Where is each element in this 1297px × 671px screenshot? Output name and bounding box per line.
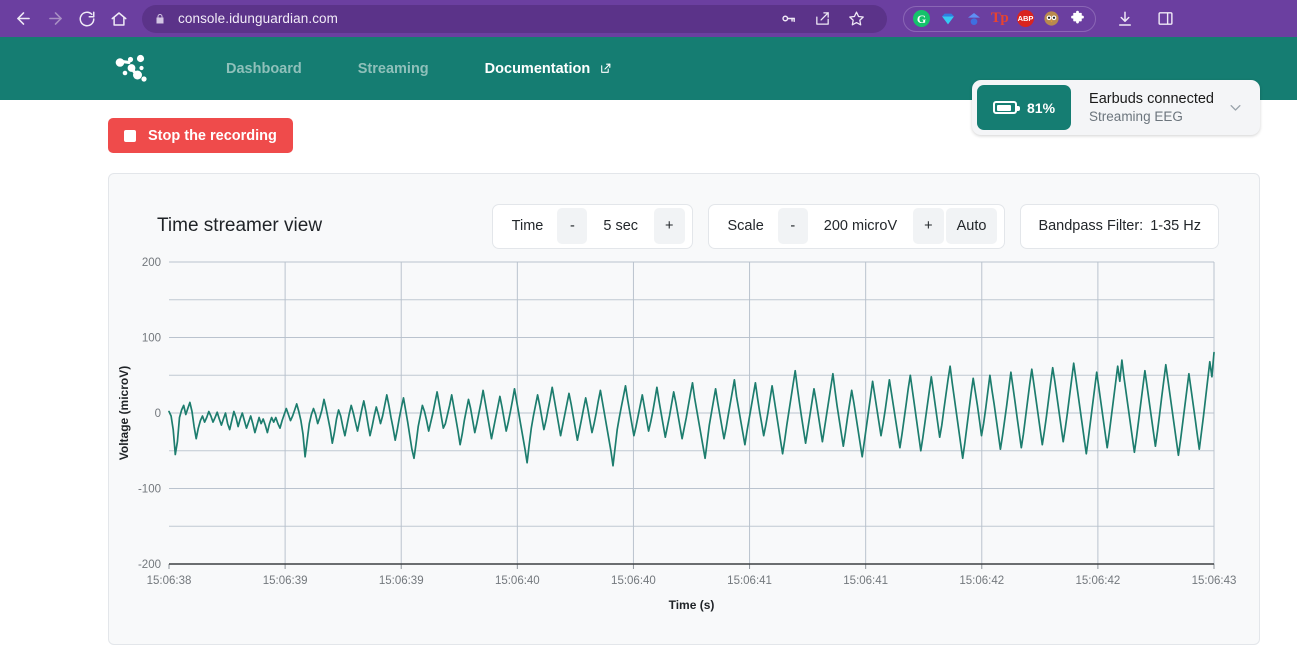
browser-right-icons xyxy=(1110,4,1180,34)
svg-text:15:06:42: 15:06:42 xyxy=(959,575,1004,587)
bandpass-filter-display: Bandpass Filter: 1-35 Hz xyxy=(1020,203,1219,249)
grammarly-extension-icon[interactable]: G xyxy=(913,10,930,27)
time-control-group: Time - 5 sec + xyxy=(491,203,693,249)
idun-guardian-logo[interactable] xyxy=(108,46,154,92)
address-bar[interactable]: console.idunguardian.com xyxy=(142,4,887,34)
time-decrease-button[interactable]: - xyxy=(557,208,588,244)
scale-control-group: Scale - 200 microV + Auto xyxy=(707,203,1006,249)
svg-text:100: 100 xyxy=(142,333,161,345)
external-link-icon xyxy=(599,62,612,75)
owl-extension-icon[interactable] xyxy=(1043,10,1060,27)
nav-link-dashboard-label: Dashboard xyxy=(226,60,302,77)
svg-text:15:06:43: 15:06:43 xyxy=(1192,575,1237,587)
stop-recording-label: Stop the recording xyxy=(148,127,277,144)
scale-control-label: Scale xyxy=(727,218,764,234)
svg-text:-100: -100 xyxy=(138,484,161,496)
download-icon[interactable] xyxy=(1110,4,1140,34)
bandpass-filter-label: Bandpass Filter: xyxy=(1038,218,1144,234)
extensions-group: G Tp ABP xyxy=(903,5,1096,32)
stop-square-icon xyxy=(124,129,136,142)
device-stream-status: Streaming EEG xyxy=(1089,109,1183,125)
svg-text:15:06:41: 15:06:41 xyxy=(727,575,772,587)
lock-icon xyxy=(154,12,166,26)
battery-icon xyxy=(993,101,1021,114)
nav-link-streaming-label: Streaming xyxy=(357,60,429,77)
svg-text:200: 200 xyxy=(142,257,161,269)
svg-text:15:06:38: 15:06:38 xyxy=(147,575,192,587)
eeg-chart-svg: 200 100 0 -100 -200 15:06:38 15:06:39 15:06:39 1… xyxy=(117,257,1237,612)
svg-text:0: 0 xyxy=(155,408,161,420)
side-panel-icon[interactable] xyxy=(1150,4,1180,34)
time-value: 5 sec xyxy=(603,218,639,234)
scale-auto-button[interactable]: Auto xyxy=(945,208,998,244)
page-title: Time streamer view xyxy=(157,215,323,236)
y-axis-label: Voltage (microV) xyxy=(117,366,131,460)
svg-text:15:06:40: 15:06:40 xyxy=(495,575,540,587)
device-status-chip[interactable]: 81% Earbuds connected Streaming EEG xyxy=(972,80,1260,135)
bandpass-filter-value: 1-35 Hz xyxy=(1150,218,1201,234)
share-icon[interactable] xyxy=(807,4,837,34)
forward-arrow-icon[interactable] xyxy=(40,4,70,34)
device-connection-status: Earbuds connected xyxy=(1089,90,1214,107)
svg-text:15:06:40: 15:06:40 xyxy=(611,575,656,587)
back-arrow-icon[interactable] xyxy=(8,4,38,34)
scale-increase-button[interactable]: + xyxy=(913,208,944,244)
scale-value: 200 microV xyxy=(823,218,898,234)
app-header: Dashboard Streaming Documentation 81% Ea… xyxy=(0,37,1297,135)
battery-percent: 81% xyxy=(1027,99,1056,116)
time-streamer-card: Time streamer view Time - 5 sec + Scale … xyxy=(108,173,1260,645)
chart-controls: Time - 5 sec + Scale - 200 microV + Auto… xyxy=(491,203,1219,249)
diamond-extension-icon[interactable] xyxy=(939,10,956,27)
svg-text:15:06:42: 15:06:42 xyxy=(1076,575,1121,587)
time-control-label: Time xyxy=(511,218,544,234)
svg-text:15:06:39: 15:06:39 xyxy=(263,575,308,587)
browser-toolbar: console.idunguardian.com G Tp ABP xyxy=(0,0,1297,37)
blue-shape-extension-icon[interactable] xyxy=(965,10,982,27)
battery-pill: 81% xyxy=(977,85,1072,130)
eeg-chart: 200 100 0 -100 -200 15:06:38 15:06:39 15:06:39 1… xyxy=(109,246,1259,636)
address-bar-url: console.idunguardian.com xyxy=(178,11,339,26)
x-axis-label: Time (s) xyxy=(669,598,715,612)
reload-icon[interactable] xyxy=(72,4,102,34)
scale-decrease-button[interactable]: - xyxy=(777,208,808,244)
home-icon[interactable] xyxy=(104,4,134,34)
main-content: Stop the recording Time streamer view Ti… xyxy=(0,100,1297,645)
chevron-down-icon[interactable] xyxy=(1228,100,1255,115)
puzzle-extensions-icon[interactable] xyxy=(1069,10,1086,27)
nav-link-documentation-label: Documentation xyxy=(484,60,591,77)
time-increase-button[interactable]: + xyxy=(654,208,685,244)
main-nav: Dashboard Streaming Documentation xyxy=(198,61,640,77)
svg-text:15:06:41: 15:06:41 xyxy=(843,575,888,587)
password-key-icon[interactable] xyxy=(773,4,803,34)
stop-recording-button[interactable]: Stop the recording xyxy=(108,118,293,153)
nav-link-documentation[interactable]: Documentation xyxy=(457,61,641,77)
device-text: Earbuds connected Streaming EEG xyxy=(1071,90,1228,126)
svg-text:-200: -200 xyxy=(138,559,161,571)
tp-extension-icon[interactable]: Tp xyxy=(991,10,1009,27)
adblock-plus-extension-icon[interactable]: ABP xyxy=(1017,10,1034,27)
svg-text:15:06:39: 15:06:39 xyxy=(379,575,424,587)
nav-link-dashboard[interactable]: Dashboard xyxy=(198,61,330,77)
nav-link-streaming[interactable]: Streaming xyxy=(330,61,457,77)
bookmark-star-icon[interactable] xyxy=(841,4,871,34)
card-header: Time streamer view Time - 5 sec + Scale … xyxy=(109,174,1259,249)
